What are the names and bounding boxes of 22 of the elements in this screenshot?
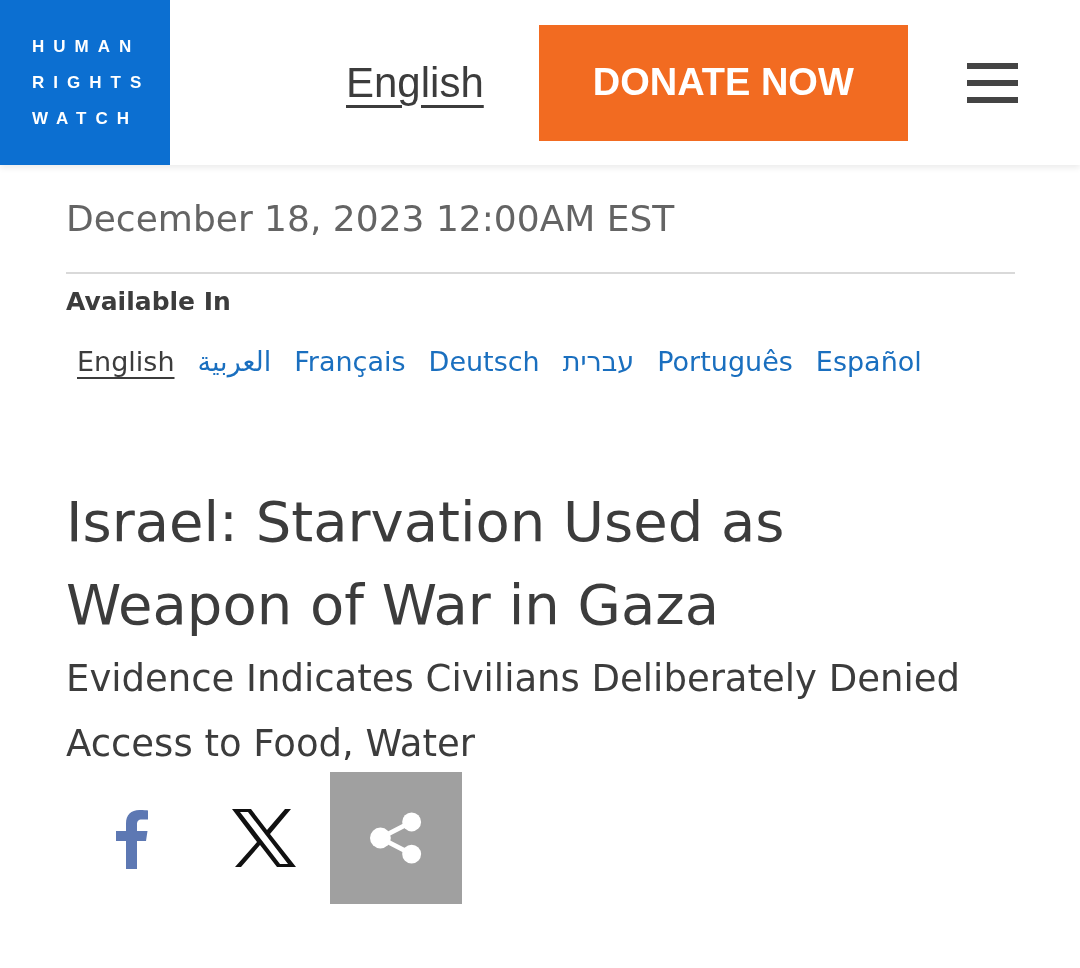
menu-icon[interactable] (966, 62, 1018, 103)
article-subtitle: Evidence Indicates Civilians Deliberately Denied Access to Food, Water (66, 656, 961, 767)
language-link[interactable]: English (346, 51, 484, 114)
dateline: December 18, 2023 12:00AM EST (66, 197, 676, 241)
logo-text: HUMAN (32, 35, 142, 58)
article-title: Israel: Starvation Used as Weapon of War in Gaza (66, 488, 786, 639)
share-icon (369, 812, 423, 864)
language-option[interactable]: עברית (562, 342, 635, 382)
logo-text: WATCH (32, 107, 140, 130)
language-option[interactable]: Español (815, 342, 922, 382)
language-option[interactable]: Português (657, 342, 793, 382)
facebook-icon[interactable] (115, 807, 149, 869)
available-in-label: Available In (66, 286, 232, 318)
share-button[interactable] (330, 772, 462, 904)
donate-button[interactable]: DONATE NOW (538, 24, 908, 141)
logo-text: RIGHTS (32, 71, 152, 94)
language-option[interactable]: Français (294, 342, 406, 382)
logo-block[interactable]: HUMAN RIGHTS WATCH (0, 0, 170, 165)
language-option[interactable]: Deutsch (428, 342, 540, 382)
language-option[interactable]: English (77, 342, 175, 382)
language-option[interactable]: العربية (197, 342, 272, 382)
x-logo-icon[interactable] (232, 809, 296, 867)
